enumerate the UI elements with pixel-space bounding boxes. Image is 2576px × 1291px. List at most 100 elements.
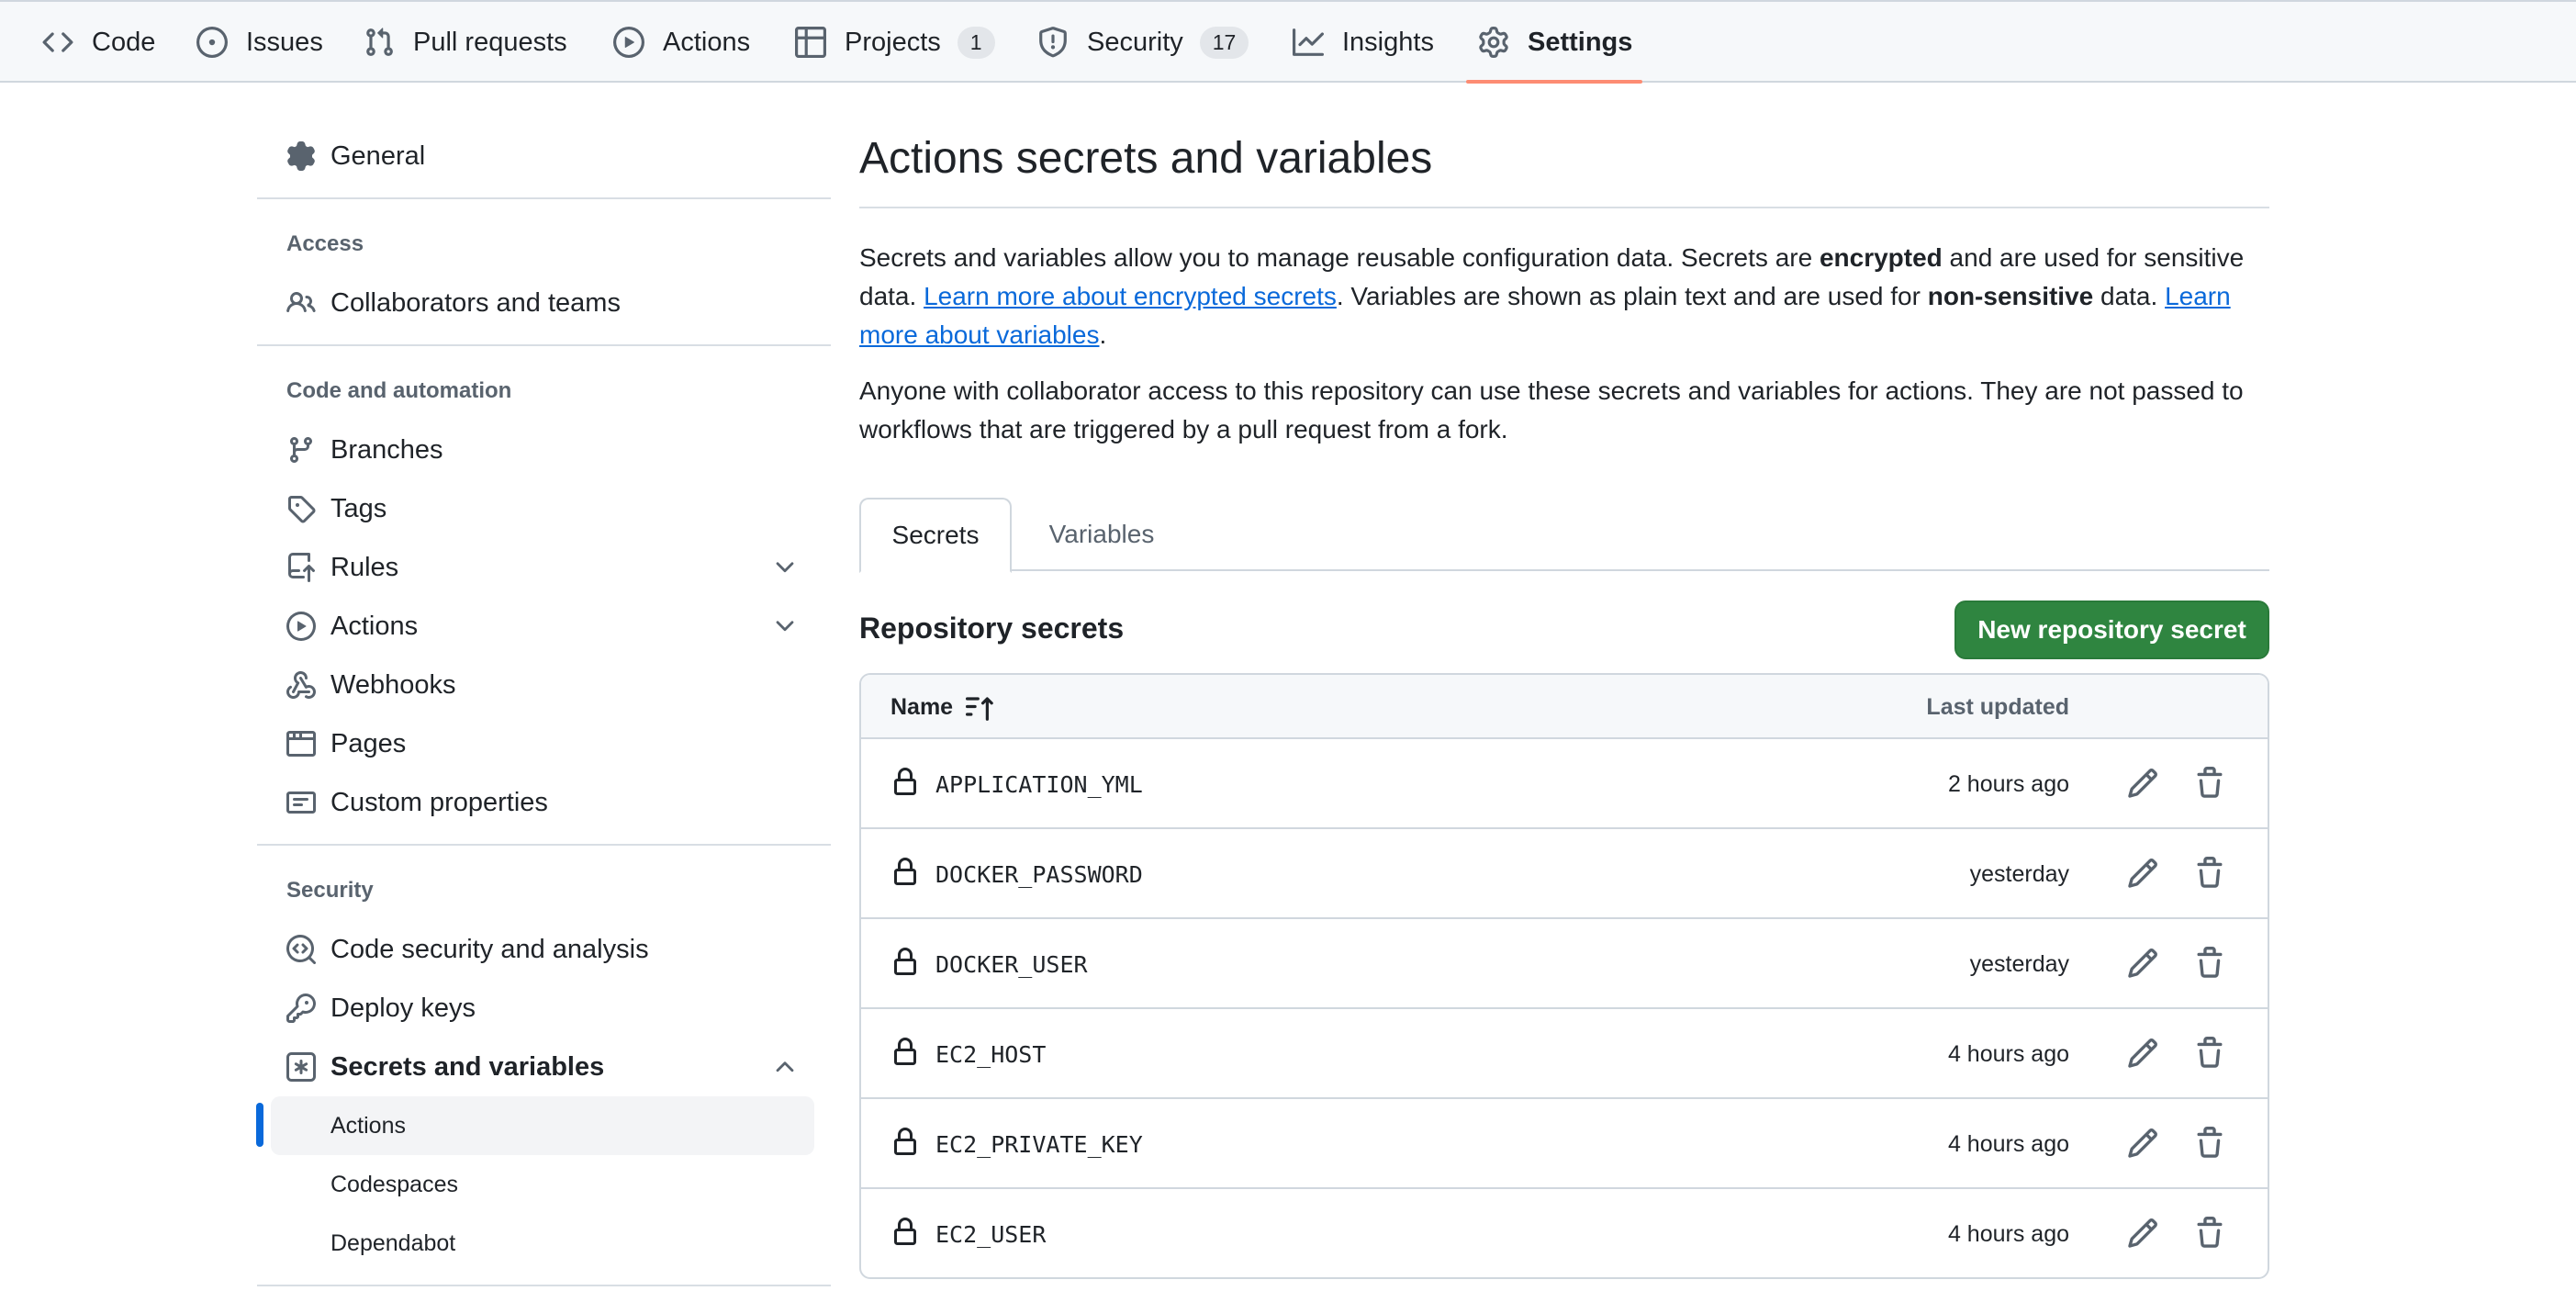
shield-icon: [1037, 27, 1069, 58]
learn-more-secrets-link[interactable]: Learn more about encrypted secrets: [924, 282, 1337, 310]
sidebar-item-label: Actions: [330, 611, 419, 641]
sidebar-item-label: Deploy keys: [330, 993, 476, 1023]
sidebar-subitem-actions[interactable]: Actions: [271, 1096, 814, 1155]
column-name-header[interactable]: Name: [890, 675, 997, 739]
trash-icon[interactable]: [2193, 1037, 2226, 1070]
play-icon: [286, 612, 316, 641]
selected-indicator: [256, 1103, 263, 1147]
sidebar-subitem-label: Actions: [330, 1112, 406, 1139]
key-asterisk-icon: [286, 1052, 316, 1082]
tab-projects-label: Projects: [845, 27, 941, 57]
trash-icon[interactable]: [2193, 947, 2226, 980]
sidebar-subitem-dependabot[interactable]: Dependabot: [271, 1214, 814, 1273]
secret-updated: 4 hours ago: [1947, 1040, 2069, 1067]
tab-issues[interactable]: Issues: [196, 2, 323, 83]
sidebar-item-rules[interactable]: Rules: [286, 544, 398, 590]
tab-variables[interactable]: Variables: [1012, 498, 1192, 571]
trash-icon[interactable]: [2193, 857, 2226, 890]
secret-name: APPLICATION_YML: [935, 770, 1143, 798]
sidebar-item-label: Pages: [330, 728, 407, 758]
trash-icon[interactable]: [2193, 1127, 2226, 1160]
table-row: APPLICATION_YML 2 hours ago: [861, 739, 2268, 829]
tab-settings[interactable]: Settings: [1478, 2, 1632, 83]
repository-secrets-heading: Repository secrets: [859, 612, 1125, 645]
sidebar-item-custom-properties[interactable]: Custom properties: [286, 780, 548, 825]
tab-settings-label: Settings: [1528, 27, 1633, 57]
trash-icon[interactable]: [2193, 1217, 2226, 1250]
sidebar-item-label: Code security and analysis: [330, 934, 649, 964]
sidebar-item-deploy-keys[interactable]: Deploy keys: [286, 985, 476, 1031]
tab-secrets[interactable]: Secrets: [859, 498, 1012, 573]
table-header: Name Last updated: [861, 675, 2268, 739]
tab-code[interactable]: Code: [42, 2, 155, 83]
pencil-icon[interactable]: [2126, 1217, 2159, 1250]
secret-name: DOCKER_USER: [935, 950, 1088, 978]
table-icon: [795, 27, 826, 58]
sidebar-item-label: Webhooks: [330, 669, 456, 700]
tab-actions[interactable]: Actions: [613, 2, 750, 83]
secret-updated: yesterday: [1969, 860, 2069, 887]
pencil-icon[interactable]: [2126, 1037, 2159, 1070]
secret-name: EC2_HOST: [935, 1040, 1047, 1068]
browser-icon: [286, 729, 316, 758]
table-row: EC2_USER 4 hours ago: [861, 1189, 2268, 1277]
sidebar-subitem-label: Codespaces: [330, 1171, 458, 1197]
tab-pull-requests-label: Pull requests: [413, 27, 567, 57]
page-title: Actions secrets and variables: [859, 134, 1433, 183]
secret-updated: 2 hours ago: [1947, 770, 2069, 797]
trash-icon[interactable]: [2193, 767, 2226, 800]
tab-projects[interactable]: Projects 1: [795, 2, 995, 83]
tab-insights[interactable]: Insights: [1293, 2, 1434, 83]
secret-name: EC2_PRIVATE_KEY: [935, 1130, 1143, 1158]
pencil-icon[interactable]: [2126, 857, 2159, 890]
sidebar-item-actions[interactable]: Actions: [286, 603, 418, 649]
repo-nav: Code Issues Pull requests Actions Projec…: [0, 0, 2576, 84]
sidebar-item-label: Tags: [330, 493, 387, 523]
sidebar-item-label: Rules: [330, 552, 399, 582]
sidebar-heading-access: Access: [286, 231, 364, 256]
tab-issues-label: Issues: [246, 27, 323, 57]
lock-icon: [894, 1038, 916, 1065]
people-icon: [286, 288, 316, 318]
chevron-down-icon[interactable]: [771, 554, 799, 581]
sidebar-item-label: General: [330, 140, 426, 171]
sidebar-item-secrets-variables[interactable]: Secrets and variables: [286, 1044, 604, 1090]
tab-actions-label: Actions: [663, 27, 751, 57]
sidebar-divider: [257, 844, 831, 846]
sidebar-item-pages[interactable]: Pages: [286, 721, 406, 767]
sidebar-item-general[interactable]: General: [286, 133, 425, 179]
sidebar-item-label: Branches: [330, 434, 443, 465]
tab-security[interactable]: Security 17: [1037, 2, 1249, 83]
lock-icon: [894, 1128, 916, 1155]
tab-pull-requests[interactable]: Pull requests: [364, 2, 567, 83]
pencil-icon[interactable]: [2126, 947, 2159, 980]
lock-icon: [894, 768, 916, 795]
sidebar-divider: [257, 1285, 831, 1286]
column-updated-header: Last updated: [1926, 693, 2069, 720]
repo-push-icon: [286, 553, 316, 582]
sidebar-item-tags[interactable]: Tags: [286, 486, 386, 532]
description-text: .: [1099, 320, 1107, 349]
new-repository-secret-button[interactable]: New repository secret: [1954, 601, 2269, 659]
secrets-variables-tabs: Secrets Variables: [859, 498, 2269, 573]
description-text: Secrets and variables allow you to manag…: [859, 243, 1820, 272]
sidebar-divider: [257, 197, 831, 199]
sidebar-item-collaborators[interactable]: Collaborators and teams: [286, 280, 621, 326]
pencil-icon[interactable]: [2126, 1127, 2159, 1160]
table-row: EC2_HOST 4 hours ago: [861, 1009, 2268, 1099]
chevron-down-icon[interactable]: [771, 612, 799, 640]
description-paragraph: Secrets and variables allow you to manag…: [859, 239, 2269, 354]
sidebar-item-label: Custom properties: [330, 787, 548, 817]
sidebar-item-branches[interactable]: Branches: [286, 427, 443, 473]
sidebar-item-code-security[interactable]: Code security and analysis: [286, 926, 649, 972]
sort-asc-icon[interactable]: [966, 691, 997, 723]
chevron-up-icon[interactable]: [771, 1053, 799, 1081]
sidebar-subitem-codespaces[interactable]: Codespaces: [271, 1155, 814, 1214]
collaborator-note: Anyone with collaborator access to this …: [859, 376, 2244, 443]
secrets-table: Name Last updated APPLICATION_YML 2 hour…: [859, 673, 2269, 1279]
table-row: EC2_PRIVATE_KEY 4 hours ago: [861, 1099, 2268, 1189]
sidebar-item-webhooks[interactable]: Webhooks: [286, 662, 456, 708]
projects-count-badge: 1: [957, 26, 995, 59]
codescan-icon: [286, 935, 316, 964]
pencil-icon[interactable]: [2126, 767, 2159, 800]
